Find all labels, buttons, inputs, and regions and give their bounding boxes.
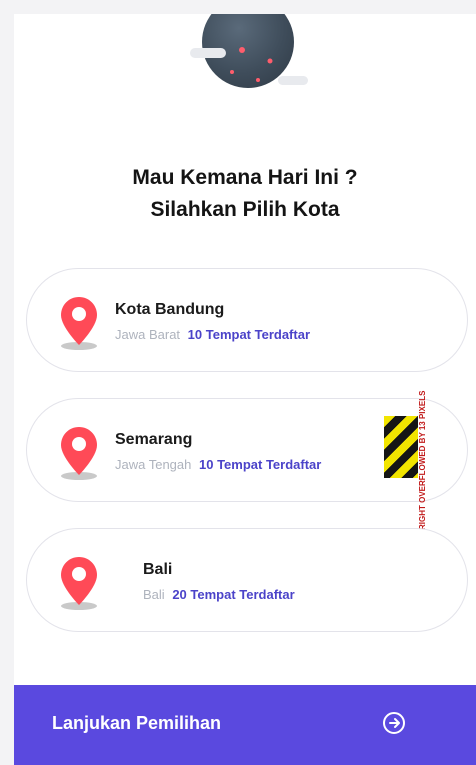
map-pin-icon xyxy=(61,557,97,610)
city-selection-screen: Mau Kemana Hari Ini ? Silahkan Pilih Kot… xyxy=(14,14,476,765)
title-line-1: Mau Kemana Hari Ini ? xyxy=(132,166,358,189)
cloud-icon xyxy=(190,48,226,58)
place-count: 20 Tempat Terdaftar xyxy=(172,587,295,602)
overflow-warning-stripes xyxy=(384,416,418,478)
continue-button-label: Lanjukan Pemilihan xyxy=(52,713,222,733)
continue-button[interactable]: Lanjukan Pemilihan xyxy=(14,685,476,765)
city-region: Jawa Barat xyxy=(115,327,181,342)
globe-illustration xyxy=(184,14,314,111)
arrow-right-circle-icon[interactable] xyxy=(382,711,406,735)
city-card-bali[interactable]: Bali Bali 20 Tempat Terdaftar xyxy=(26,528,468,632)
map-pin-icon xyxy=(61,297,97,350)
map-pin-icon xyxy=(61,427,97,480)
city-info: Bali 20 Tempat Terdaftar xyxy=(143,587,295,602)
city-card-kota-bandung[interactable]: Kota Bandung Jawa Barat 10 Tempat Terdaf… xyxy=(26,268,468,372)
city-name: Bali xyxy=(143,561,173,578)
city-name: Semarang xyxy=(115,431,193,448)
place-count: 10 Tempat Terdaftar xyxy=(187,327,311,342)
page-title: Mau Kemana Hari Ini ? Silahkan Pilih Kot… xyxy=(14,162,476,226)
globe-dots xyxy=(230,47,273,82)
place-count: 10 Tempat Terdaftar xyxy=(199,457,322,472)
title-line-2: Silahkan Pilih Kota xyxy=(150,198,340,221)
city-name: Kota Bandung xyxy=(115,301,225,318)
city-info: Jawa Tengah 10 Tempat Terdaftar xyxy=(115,457,321,472)
city-info: Jawa Barat 10 Tempat Terdaftar xyxy=(115,327,310,342)
city-region: Jawa Tengah xyxy=(115,457,192,472)
overflow-warning-text: RIGHT OVERFLOWED BY 13 PIXELS xyxy=(418,390,427,530)
city-region: Bali xyxy=(143,587,165,602)
cloud-icon xyxy=(278,76,308,85)
